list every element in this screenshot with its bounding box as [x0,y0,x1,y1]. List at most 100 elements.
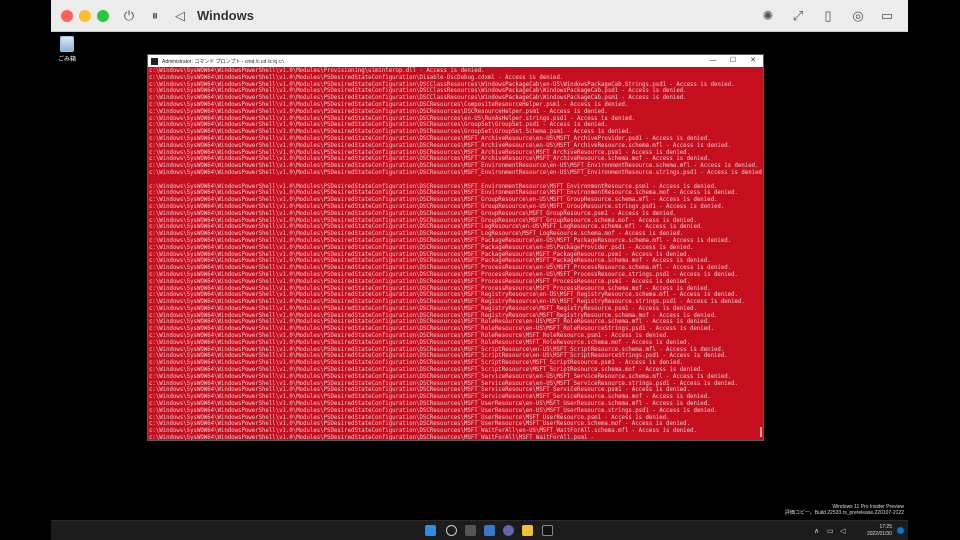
taskbar: ∧ ▭ ◁ 17:25 2022/01/30 [51,520,908,540]
cmd-line: c:\Windows\SysWOW64\WindowsPowerShell\v1… [149,278,691,285]
folder-icon[interactable]: ▭ [879,8,895,24]
cmd-line: c:\Windows\SysWOW64\WindowsPowerShell\v1… [149,129,632,136]
cmd-line: c:\Windows\SysWOW64\WindowsPowerShell\v1… [149,258,711,265]
cmd-line: c:\Windows\SysWOW64\WindowsPowerShell\v1… [149,407,718,414]
cmd-line: c:\Windows\SysWOW64\WindowsPowerShell\v1… [149,68,485,74]
cmd-line: c:\Windows\SysWOW64\WindowsPowerShell\v1… [149,115,636,122]
cmd-line: c:\Windows\SysWOW64\WindowsPowerShell\v1… [149,237,732,244]
cmd-line: c:\Windows\SysWOW64\WindowsPowerShell\v1… [149,319,711,326]
volume-icon[interactable]: ◁ [840,527,845,535]
cmd-line: c:\Windows\SysWOW64\WindowsPowerShell\v1… [149,217,697,224]
search-icon[interactable] [446,525,457,536]
cmd-line: c:\Windows\SysWOW64\WindowsPowerShell\v1… [149,305,697,312]
power-icon[interactable]: ⏻ [121,8,137,24]
cmd-line: c:\Windows\SysWOW64\WindowsPowerShell\v1… [149,74,564,81]
cmd-icon [151,57,158,65]
terminal-icon[interactable] [542,525,553,536]
minimize-icon[interactable]: — [703,55,723,67]
left-margin [0,0,51,540]
cmd-line: c:\Windows\SysWOW64\WindowsPowerShell\v1… [149,428,697,435]
vm-toolbar: ⏻ ⏸ ◁ Windows ✺ ⤢ ▯ ◎ ▭ [51,0,908,32]
resize-icon[interactable]: ⤢ [790,8,806,24]
right-margin [908,0,960,540]
brightness-icon[interactable]: ✺ [760,8,776,24]
cmd-line: c:\Windows\SysWOW64\WindowsPowerShell\v1… [149,210,677,217]
recycle-bin-label: ごみ箱 [57,57,76,63]
maximize-icon[interactable]: ☐ [723,55,743,67]
cmd-line: c:\Windows\SysWOW64\WindowsPowerShell\v1… [149,360,684,367]
vm-title: Windows [197,8,254,23]
cmd-line [149,177,763,184]
cmd-line: c:\Windows\SysWOW64\WindowsPowerShell\v1… [149,339,691,346]
cmd-output[interactable]: c:\Windows\SysWOW64\WindowsPowerShell\v1… [148,67,763,440]
tray-overflow-icon[interactable]: ∧ [814,527,819,535]
chat-icon[interactable] [503,525,514,536]
cmd-line: c:\Windows\SysWOW64\WindowsPowerShell\v1… [149,142,732,149]
minimize-window-button[interactable] [79,10,91,22]
usb-icon[interactable]: ▯ [820,8,836,24]
cmd-line: c:\Windows\SysWOW64\WindowsPowerShell\v1… [149,149,691,156]
cmd-line: c:\Windows\SysWOW64\WindowsPowerShell\v1… [149,380,738,387]
cmd-line: c:\Windows\SysWOW64\WindowsPowerShell\v1… [149,292,738,299]
cmd-line: c:\Windows\SysWOW64\WindowsPowerShell\v1… [149,421,691,428]
cmd-line: c:\Windows\SysWOW64\WindowsPowerShell\v1… [149,88,687,95]
network-icon[interactable]: ▭ [827,527,834,535]
cmd-line: c:\Windows\SysWOW64\WindowsPowerShell\v1… [149,81,735,88]
cmd-line: c:\Windows\SysWOW64\WindowsPowerShell\v1… [149,108,608,115]
cmd-line: c:\Windows\SysWOW64\WindowsPowerShell\v1… [149,346,725,353]
recycle-bin-icon [60,36,74,52]
task-view-icon[interactable] [465,525,476,536]
cmd-line: c:\Windows\SysWOW64\WindowsPowerShell\v1… [149,135,711,142]
cmd-line: c:\Windows\SysWOW64\WindowsPowerShell\v1… [149,326,714,333]
clock[interactable]: 17:25 2022/01/30 [867,524,892,537]
cmd-line: c:\Windows\SysWOW64\WindowsPowerShell\v1… [149,122,608,129]
cmd-line: c:\Windows\SysWOW64\WindowsPowerShell\v1… [149,265,732,272]
start-icon[interactable] [425,525,436,536]
cmd-line: c:\Windows\SysWOW64\WindowsPowerShell\v1… [149,299,745,306]
cmd-line: c:\Windows\SysWOW64\WindowsPowerShell\v1… [149,224,704,231]
cmd-line: c:\Windows\SysWOW64\WindowsPowerShell\v1… [149,101,629,108]
cmd-line: c:\Windows\SysWOW64\WindowsPowerShell\v1… [149,401,711,408]
close-window-button[interactable] [61,10,73,22]
watermark-build: 評価コピー。Build 22533.rs_prerelease.220107-2… [784,510,904,516]
cmd-scrollbar[interactable] [760,427,762,437]
cmd-line: c:\Windows\SysWOW64\WindowsPowerShell\v1… [149,285,711,292]
back-icon[interactable]: ◁ [172,8,188,24]
cmd-line: c:\Windows\SysWOW64\WindowsPowerShell\v1… [149,231,684,238]
cmd-title: Administrator: コマンド プロンプト - cmd /c cd /s… [162,58,284,65]
cmd-line: c:\Windows\SysWOW64\WindowsPowerShell\v1… [149,183,718,190]
cmd-line: c:\Windows\SysWOW64\WindowsPowerShell\v1… [149,312,718,319]
cmd-line: c:\Windows\SysWOW64\WindowsPowerShell\v1… [149,203,725,210]
widgets-icon[interactable] [484,525,495,536]
cmd-line: c:\Windows\SysWOW64\WindowsPowerShell\v1… [149,95,687,102]
cmd-line: c:\Windows\SysWOW64\WindowsPowerShell\v1… [149,271,738,278]
cmd-line: c:\Windows\SysWOW64\WindowsPowerShell\v1… [149,244,694,251]
cmd-window: Administrator: コマンド プロンプト - cmd /c cd /s… [147,54,764,441]
desktop: ごみ箱 Administrator: コマンド プロンプト - cmd /c c… [51,32,908,520]
cmd-titlebar[interactable]: Administrator: コマンド プロンプト - cmd /c cd /s… [148,55,763,67]
cmd-line: c:\Windows\SysWOW64\WindowsPowerShell\v1… [149,394,711,401]
cmd-line: c:\Windows\SysWOW64\WindowsPowerShell\v1… [149,435,601,440]
cmd-line: c:\Windows\SysWOW64\WindowsPowerShell\v1… [149,387,691,394]
cmd-line: c:\Windows\SysWOW64\WindowsPowerShell\v1… [149,367,704,374]
build-watermark: Windows 11 Pro Insider Preview 評価コピー。Bui… [785,504,904,516]
cmd-line: c:\Windows\SysWOW64\WindowsPowerShell\v1… [149,163,759,170]
recycle-bin[interactable]: ごみ箱 [56,36,78,63]
cmd-line: c:\Windows\SysWOW64\WindowsPowerShell\v1… [149,251,691,258]
vm-window: ⏻ ⏸ ◁ Windows ✺ ⤢ ▯ ◎ ▭ ごみ箱 Administrato… [51,0,908,540]
pause-icon[interactable]: ⏸ [147,8,163,24]
cmd-line: c:\Windows\SysWOW64\WindowsPowerShell\v1… [149,353,728,360]
file-explorer-icon[interactable] [522,525,533,536]
cmd-line: c:\Windows\SysWOW64\WindowsPowerShell\v1… [149,190,738,197]
cmd-line: c:\Windows\SysWOW64\WindowsPowerShell\v1… [149,414,670,421]
cmd-line: c:\Windows\SysWOW64\WindowsPowerShell\v1… [149,156,711,163]
close-icon[interactable]: ✕ [743,55,763,67]
drive-icon[interactable]: ◎ [850,8,866,24]
cmd-line: c:\Windows\SysWOW64\WindowsPowerShell\v1… [149,333,670,340]
fullscreen-window-button[interactable] [97,10,109,22]
cmd-line: c:\Windows\SysWOW64\WindowsPowerShell\v1… [149,197,718,204]
cmd-line: c:\Windows\SysWOW64\WindowsPowerShell\v1… [149,373,732,380]
cmd-line: c:\Windows\SysWOW64\WindowsPowerShell\v1… [149,169,762,176]
clock-date: 2022/01/30 [866,530,892,537]
notification-icon[interactable] [897,527,904,534]
